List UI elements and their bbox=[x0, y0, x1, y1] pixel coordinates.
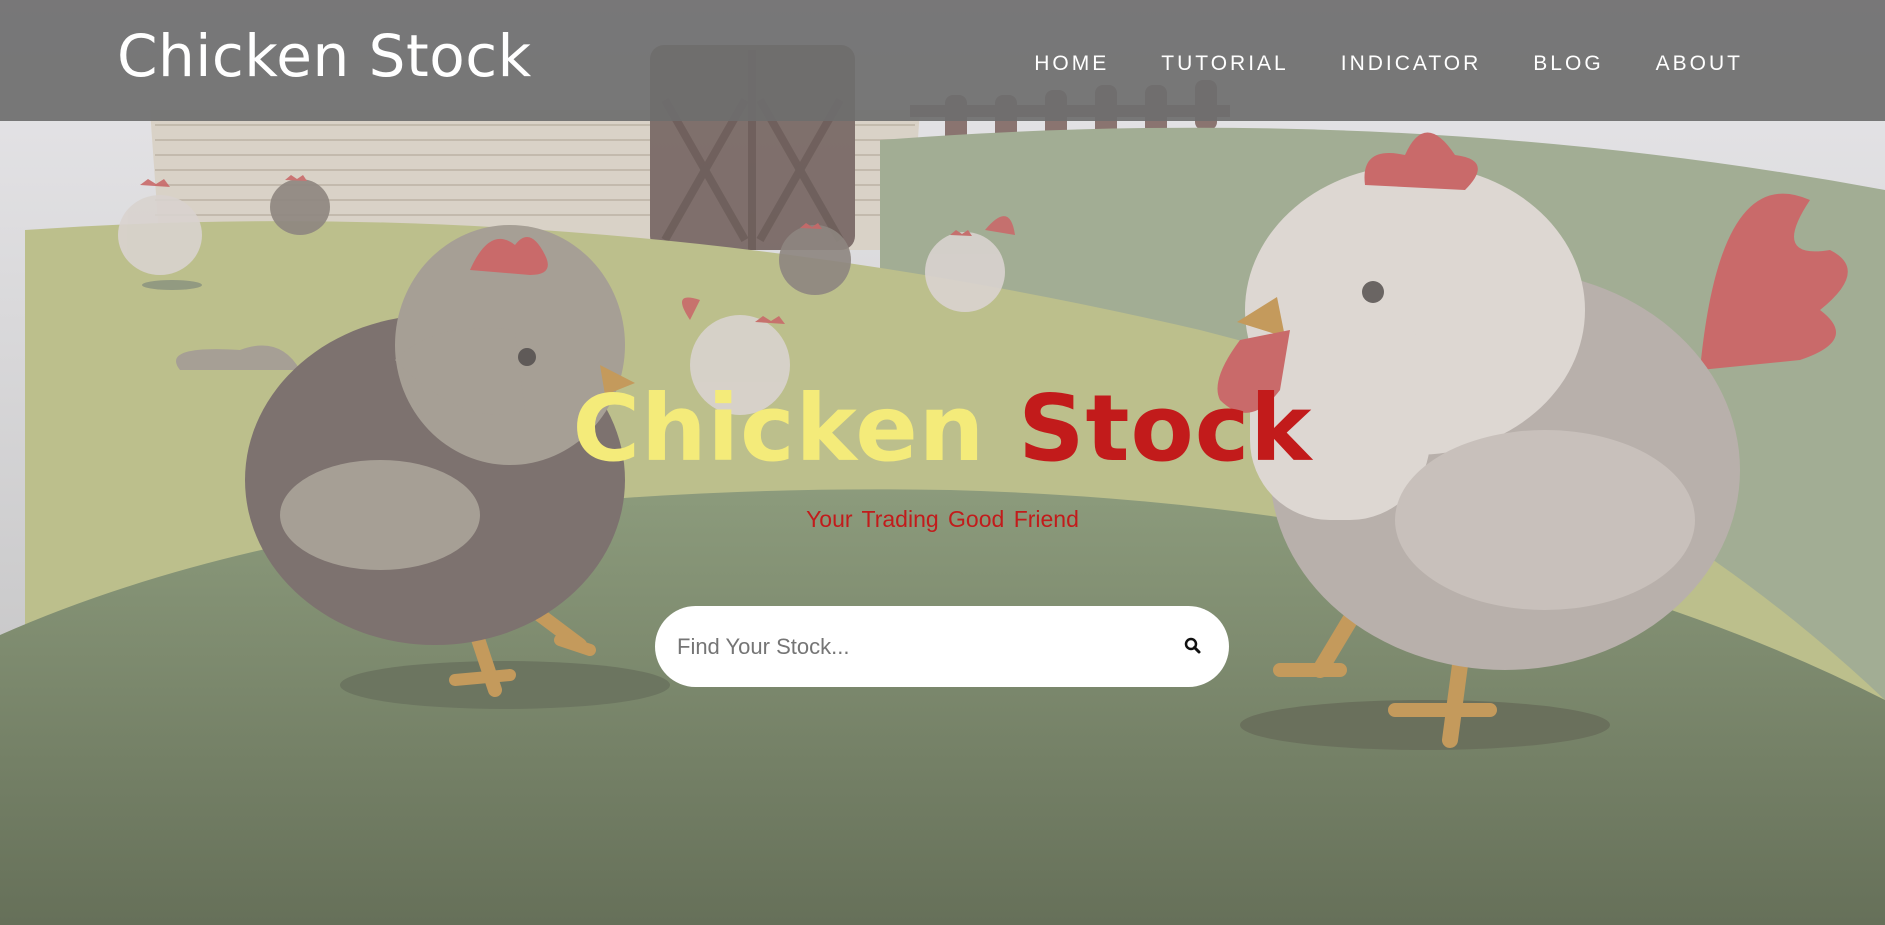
page: Chicken Stock HOME TUTORIAL INDICATOR BL… bbox=[0, 0, 1885, 925]
hero-title-word-chicken: Chicken bbox=[572, 375, 986, 482]
nav-indicator[interactable]: INDICATOR bbox=[1341, 52, 1482, 76]
hero-title: Chicken Stock bbox=[0, 375, 1885, 482]
hero-tagline: Your Trading Good Friend bbox=[806, 506, 1079, 532]
nav-tutorial[interactable]: TUTORIAL bbox=[1161, 52, 1288, 76]
brand-logo[interactable]: Chicken Stock bbox=[117, 22, 532, 90]
nav-blog[interactable]: BLOG bbox=[1533, 52, 1603, 76]
search-button[interactable] bbox=[1177, 630, 1209, 662]
search-bar bbox=[655, 606, 1229, 687]
hero-title-word-stock: Stock bbox=[1018, 375, 1313, 482]
search-input[interactable] bbox=[675, 624, 1149, 670]
nav-about[interactable]: ABOUT bbox=[1656, 52, 1743, 76]
search-icon bbox=[1184, 637, 1201, 654]
navbar: Chicken Stock HOME TUTORIAL INDICATOR BL… bbox=[0, 0, 1885, 121]
nav-home[interactable]: HOME bbox=[1034, 52, 1109, 76]
nav-menu: HOME TUTORIAL INDICATOR BLOG ABOUT bbox=[1034, 52, 1743, 76]
